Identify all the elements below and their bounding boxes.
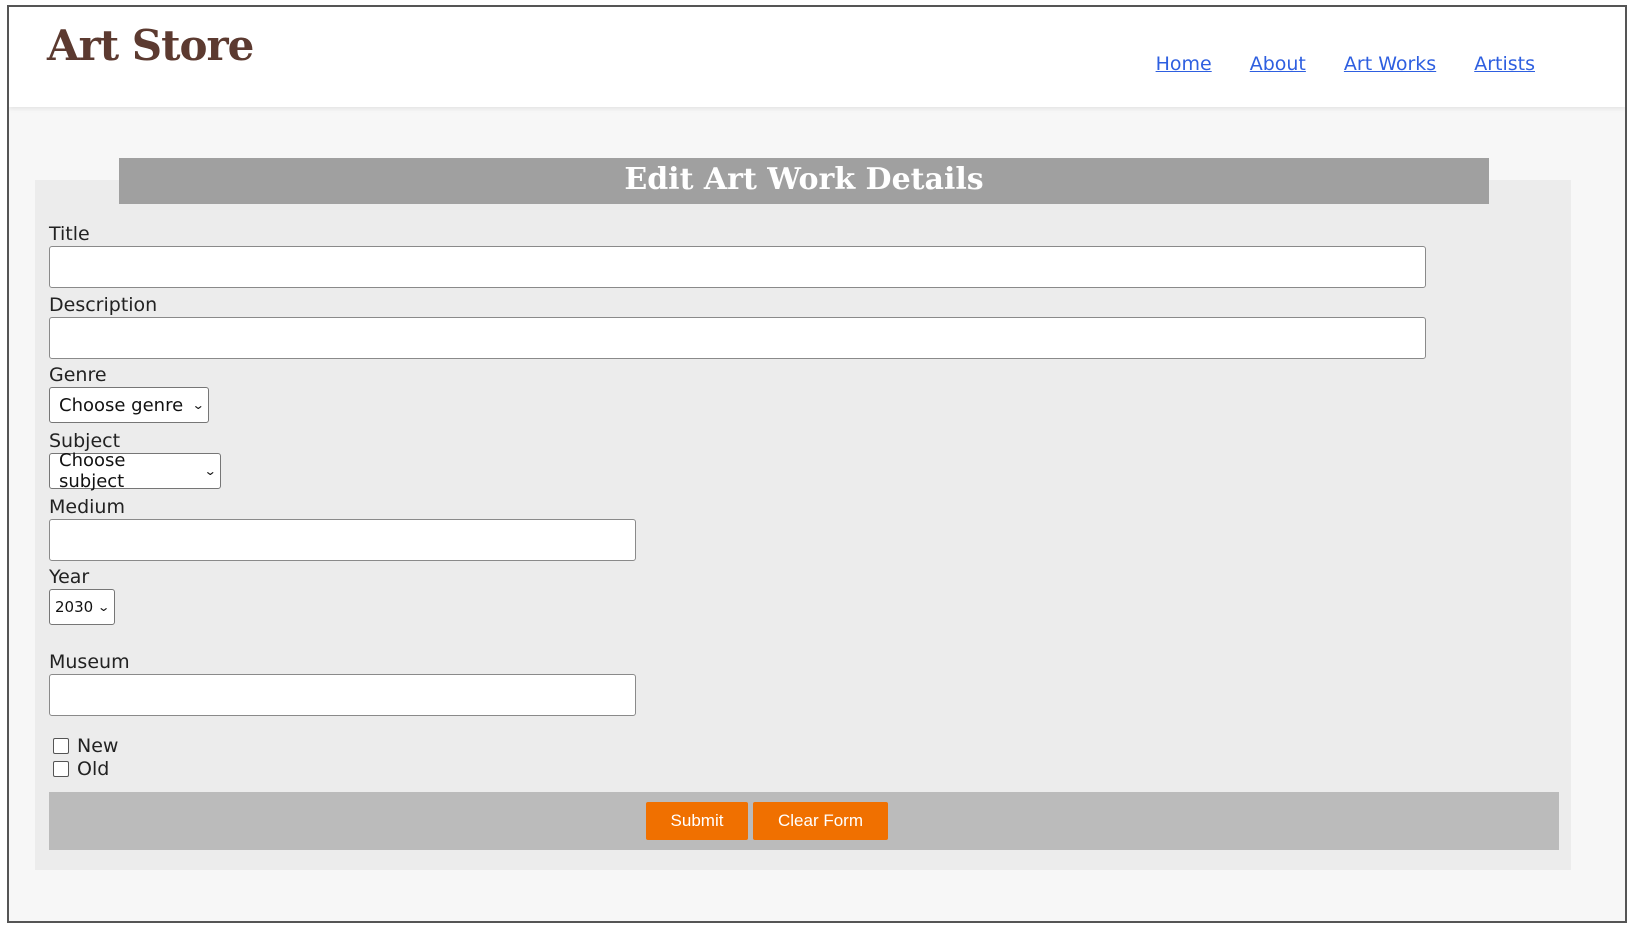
chevron-down-icon: ⌄ (203, 464, 217, 478)
new-checkbox-label: New (77, 735, 119, 757)
nav-link-art-works[interactable]: Art Works (1344, 53, 1436, 75)
museum-label: Museum (49, 651, 130, 673)
medium-input[interactable] (49, 519, 636, 561)
browser-viewport: Art Store Home About Art Works Artists E… (7, 5, 1627, 923)
chevron-down-icon: ⌄ (191, 398, 205, 412)
description-input[interactable] (49, 317, 1426, 359)
new-checkbox-row[interactable]: New (53, 735, 118, 757)
nav-link-about[interactable]: About (1250, 53, 1306, 75)
year-selected-value: 2030 (55, 598, 94, 616)
chevron-down-icon: ⌄ (97, 600, 111, 614)
site-header: Art Store Home About Art Works Artists (9, 7, 1625, 107)
form-heading: Edit Art Work Details (119, 158, 1489, 204)
subject-label: Subject (49, 430, 121, 452)
nav-link-artists[interactable]: Artists (1474, 53, 1535, 75)
submit-button[interactable]: Submit (646, 802, 748, 840)
old-checkbox-label: Old (77, 758, 110, 780)
museum-input[interactable] (49, 674, 636, 716)
description-label: Description (49, 294, 158, 316)
nav-link-home[interactable]: Home (1156, 53, 1212, 75)
title-input[interactable] (49, 246, 1426, 288)
genre-selected-value: Choose genre (59, 394, 184, 416)
new-checkbox[interactable] (53, 738, 69, 754)
genre-select[interactable]: Choose genre ⌄ (49, 387, 209, 423)
year-label: Year (49, 566, 90, 588)
clear-form-button[interactable]: Clear Form (753, 802, 888, 840)
old-checkbox[interactable] (53, 761, 69, 777)
main-nav: Home About Art Works Artists (1156, 53, 1535, 75)
medium-label: Medium (49, 496, 125, 518)
site-logo[interactable]: Art Store (47, 21, 254, 70)
subject-selected-value: Choose subject (59, 450, 126, 492)
subject-select[interactable]: Choose subject ⌄ (49, 450, 221, 492)
title-label: Title (49, 223, 90, 245)
genre-label: Genre (49, 364, 107, 386)
old-checkbox-row[interactable]: Old (53, 758, 109, 780)
year-select[interactable]: 2030 ⌄ (49, 589, 115, 625)
